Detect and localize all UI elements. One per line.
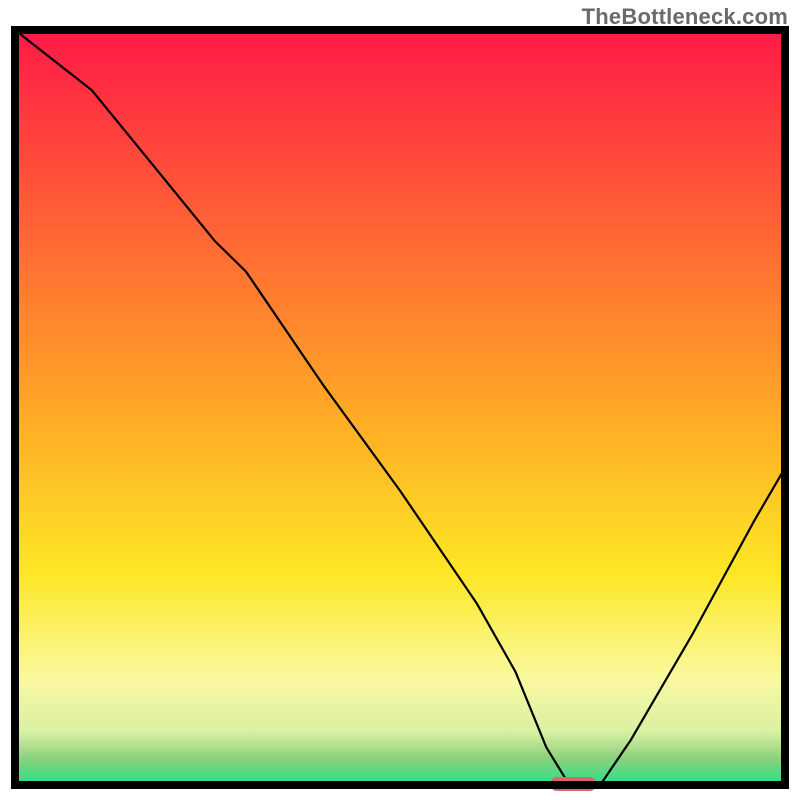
watermark-text: TheBottleneck.com xyxy=(582,4,788,30)
chart-frame: TheBottleneck.com xyxy=(0,0,800,800)
chart-svg xyxy=(0,0,800,800)
